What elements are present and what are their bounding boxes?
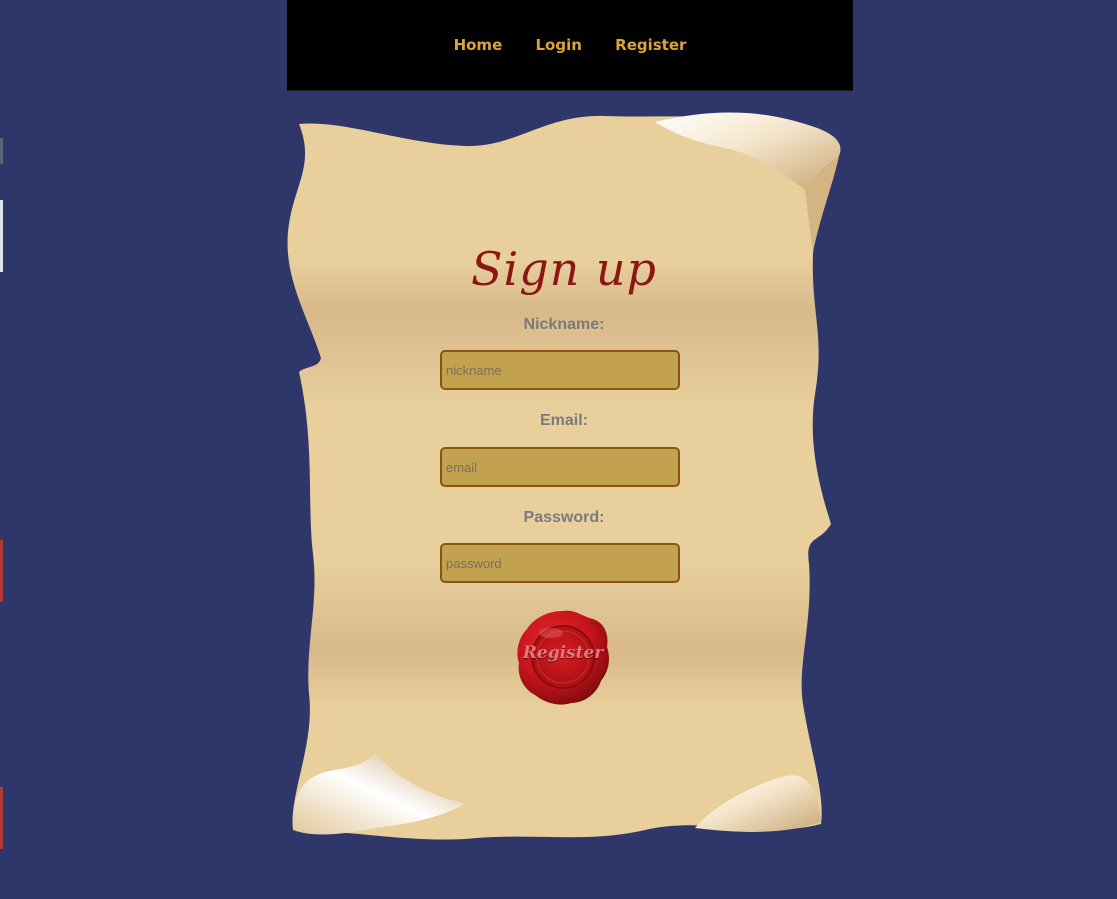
email-label: Email: — [539, 412, 588, 429]
nav-link-home[interactable]: Home — [454, 36, 503, 54]
nav-link-login[interactable]: Login — [535, 36, 581, 54]
nickname-input[interactable] — [440, 350, 680, 390]
form-title: Sign up — [471, 242, 657, 296]
nickname-label: Nickname: — [523, 316, 605, 333]
edge-strip-mid — [0, 200, 3, 272]
parchment-scroll-card: Sign up Nickname: Email: Password: — [285, 104, 841, 844]
nav-links: Home Login Register — [287, 36, 853, 54]
password-input[interactable] — [440, 543, 680, 583]
edge-strip-red-1 — [0, 540, 3, 602]
register-seal-button[interactable]: Register — [513, 607, 613, 707]
top-navbar: Home Login Register — [287, 0, 853, 91]
wax-seal-icon — [517, 610, 609, 705]
edge-strip-red-2 — [0, 787, 3, 849]
password-label: Password: — [523, 509, 605, 526]
email-input[interactable] — [440, 447, 680, 487]
signup-form: Sign up Nickname: Email: Password: — [285, 104, 837, 844]
nav-link-register[interactable]: Register — [615, 36, 686, 54]
edge-strip-top — [0, 138, 3, 164]
